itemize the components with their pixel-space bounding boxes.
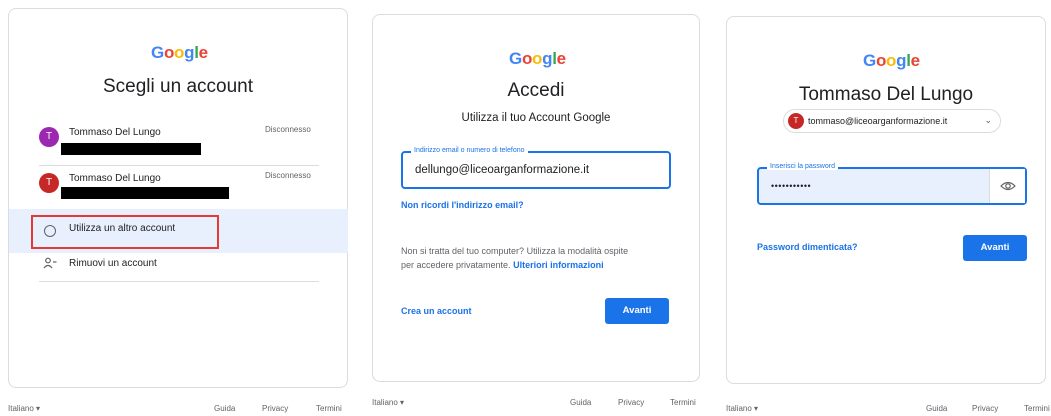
- privacy-link[interactable]: Privacy: [618, 398, 644, 407]
- terms-link[interactable]: Termini: [1024, 404, 1050, 413]
- google-logo: Google: [151, 43, 208, 62]
- terms-link[interactable]: Termini: [670, 398, 696, 407]
- avatar: T: [39, 173, 59, 193]
- language-selector[interactable]: Italiano ▾: [372, 398, 404, 407]
- use-other-account-button[interactable]: Utilizza un altro account: [9, 209, 348, 253]
- email-field[interactable]: Indirizzo email o numero di telefono del…: [401, 147, 671, 189]
- forgot-email-link[interactable]: Non ricordi l'indirizzo email?: [401, 200, 524, 210]
- password-field-label: Inserisci la password: [767, 163, 838, 170]
- divider: [39, 165, 319, 166]
- eye-icon: [1000, 181, 1016, 191]
- next-button[interactable]: Avanti: [963, 235, 1027, 261]
- show-password-toggle[interactable]: [989, 169, 1025, 203]
- account-row-1[interactable]: T Tommaso Del Lungo Disconnesso: [9, 121, 347, 167]
- page-title: Scegli un account: [103, 76, 253, 97]
- remove-account-label: Rimuovi un account: [69, 258, 157, 269]
- help-link[interactable]: Guida: [214, 404, 235, 413]
- account-name: Tommaso Del Lungo: [69, 127, 161, 138]
- divider: [39, 281, 319, 282]
- page-subtitle: Utilizza il tuo Account Google: [461, 112, 611, 124]
- password-field[interactable]: Inserisci la password •••••••••••: [757, 163, 1027, 205]
- account-row-2[interactable]: T Tommaso Del Lungo Disconnesso: [9, 167, 347, 213]
- account-status: Disconnesso: [265, 171, 311, 180]
- guest-mode-text: Non si tratta del tuo computer? Utilizza…: [401, 246, 629, 270]
- language-selector[interactable]: Italiano ▾: [726, 404, 758, 413]
- email-field-label: Indirizzo email o numero di telefono: [411, 147, 528, 154]
- redaction-bar: [61, 187, 229, 199]
- use-other-account-label: Utilizza un altro account: [69, 223, 176, 234]
- avatar: T: [788, 113, 804, 129]
- page-title: Accedi: [507, 80, 565, 101]
- signin-panel: Google Accedi Utilizza il tuo Account Go…: [372, 14, 700, 382]
- terms-link[interactable]: Termini: [316, 404, 342, 413]
- account-status: Disconnesso: [265, 125, 311, 134]
- next-button[interactable]: Avanti: [605, 298, 669, 324]
- privacy-link[interactable]: Privacy: [262, 404, 288, 413]
- avatar: T: [39, 127, 59, 147]
- account-email: tommaso@liceoarganformazione.it: [808, 116, 948, 126]
- google-logo: Google: [509, 49, 566, 68]
- learn-more-link[interactable]: Ulteriori informazioni: [513, 260, 604, 270]
- account-chooser-panel: Google Scegli un account T Tommaso Del L…: [8, 8, 348, 388]
- privacy-link[interactable]: Privacy: [972, 404, 998, 413]
- chevron-down-icon: ⌄: [984, 115, 992, 125]
- account-circle-icon: [44, 225, 56, 237]
- account-chip[interactable]: T tommaso@liceoarganformazione.it ⌄: [783, 109, 1001, 133]
- create-account-link[interactable]: Crea un account: [401, 306, 472, 316]
- password-panel: Google Tommaso Del Lungo T tommaso@liceo…: [726, 16, 1046, 384]
- help-link[interactable]: Guida: [926, 404, 947, 413]
- language-selector[interactable]: Italiano ▾: [8, 404, 40, 413]
- redaction-bar: [61, 143, 201, 155]
- account-name: Tommaso Del Lungo: [69, 173, 161, 184]
- google-logo: Google: [863, 51, 920, 70]
- person-remove-icon: [43, 257, 57, 269]
- forgot-password-link[interactable]: Password dimenticata?: [757, 242, 858, 252]
- help-link[interactable]: Guida: [570, 398, 591, 407]
- password-field-value: •••••••••••: [771, 181, 812, 191]
- email-field-value: dellungo@liceoarganformazione.it: [415, 164, 590, 176]
- page-title: Tommaso Del Lungo: [798, 84, 974, 105]
